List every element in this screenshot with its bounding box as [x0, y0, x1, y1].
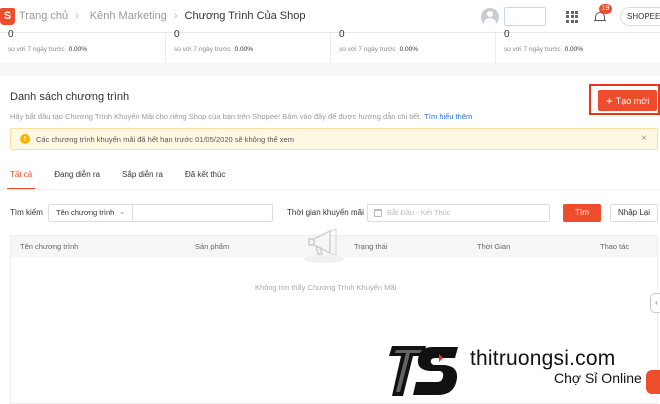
breadcrumb-current: Chương Trình Của Shop: [184, 10, 306, 22]
stat-card: 0 so với 7 ngày trước 0.00%: [165, 29, 330, 63]
watermark-slogan: Chợ Sỉ Online: [554, 370, 642, 386]
stat-value: 0: [504, 29, 510, 40]
close-icon[interactable]: ×: [641, 133, 647, 144]
search-label: Tìm kiếm: [10, 208, 43, 217]
column-header-name: Tên chương trình: [20, 242, 79, 251]
column-header-status: Trạng thái: [354, 242, 388, 251]
breadcrumb-home[interactable]: Trang chủ: [19, 10, 68, 22]
column-header-products: Sản phẩm: [195, 242, 230, 251]
tabs-divider: [0, 189, 660, 190]
breadcrumb-chevron-icon: ›: [75, 10, 79, 22]
tab-ongoing[interactable]: Đang diễn ra: [54, 166, 100, 190]
learn-more-link[interactable]: Tìm hiểu thêm: [424, 112, 472, 121]
plus-icon: +: [605, 93, 613, 108]
username-box[interactable]: [504, 7, 546, 26]
stat-value: 0: [174, 29, 180, 40]
stat-compare: so với 7 ngày trước 0.00%: [339, 46, 419, 53]
notification-count-badge: 19: [599, 3, 612, 14]
create-new-button[interactable]: + Tạo mới: [598, 90, 657, 111]
panel-description: Hãy bắt đầu tạo Chương Trình Khuyến Mãi …: [10, 112, 473, 121]
breadcrumb-chevron-icon: ›: [173, 10, 178, 22]
breadcrumb-marketing[interactable]: Kênh Marketing: [90, 10, 167, 22]
tab-ended[interactable]: Đã kết thúc: [185, 166, 225, 190]
stat-compare: so với 7 ngày trước 0.00%: [8, 46, 88, 53]
tab-upcoming[interactable]: Sắp diễn ra: [122, 166, 163, 190]
stat-value: 0: [8, 29, 14, 40]
warning-icon: !: [20, 134, 30, 144]
search-button[interactable]: Tìm: [563, 204, 601, 222]
stat-compare: so với 7 ngày trước 0.00%: [504, 46, 584, 53]
calendar-icon: [374, 209, 382, 217]
stats-strip: 0 so với 7 ngày trước 0.00% 0 so với 7 ng…: [0, 29, 660, 63]
ts-logo-icon: [389, 346, 458, 396]
user-avatar-icon[interactable]: [481, 7, 499, 26]
expiry-notice: ! Các chương trình khuyến mãi đã hết hạn…: [10, 128, 658, 150]
empty-megaphone-icon: [304, 228, 344, 263]
top-navigation-bar: S Trang chủ › Kênh Marketing › Chương Tr…: [0, 0, 660, 33]
side-panel-handle[interactable]: ‹: [650, 293, 660, 313]
stat-card: 0 so với 7 ngày trước 0.00%: [330, 29, 495, 63]
watermark-domain: thitruongsi.com: [470, 347, 616, 370]
date-range-input[interactable]: Bắt Đầu - Kết Thúc: [367, 204, 550, 222]
chevron-down-icon: ⌄: [119, 209, 125, 216]
watermark: thitruongsi.com Chợ Sỉ Online: [386, 340, 660, 404]
stat-card: 0 so với 7 ngày trước 0.00%: [495, 29, 660, 63]
apps-grid-icon[interactable]: [566, 10, 578, 23]
notice-text: Các chương trình khuyến mãi đã hết hạn t…: [36, 134, 294, 144]
search-field-select[interactable]: Tên chương trình ⌄: [48, 204, 133, 222]
reset-button[interactable]: Nhập Lại: [610, 204, 658, 222]
page-title: Danh sách chương trình: [10, 91, 130, 103]
chat-widget-tab[interactable]: [646, 370, 660, 394]
time-range-label: Thời gian khuyến mãi: [287, 208, 364, 217]
stat-value: 0: [339, 29, 345, 40]
tab-all[interactable]: Tất cả: [6, 166, 36, 190]
status-tabs: Tất cả Đang diễn ra Sắp diễn ra Đã kết t…: [6, 166, 247, 190]
search-input[interactable]: [133, 204, 273, 222]
notification-bell-icon[interactable]: 19: [594, 3, 612, 24]
column-header-time: Thời Gian: [477, 242, 511, 251]
shop-account-button[interactable]: SHOPEE U: [620, 7, 660, 26]
stat-compare: so với 7 ngày trước 0.00%: [174, 46, 254, 53]
empty-state-text: Không tìm thấy Chương Trình Khuyến Mãi: [255, 283, 397, 292]
stat-card: 0 so với 7 ngày trước 0.00%: [0, 29, 165, 63]
column-header-actions: Thao tác: [600, 242, 630, 251]
shopee-logo-icon[interactable]: S: [0, 7, 15, 25]
